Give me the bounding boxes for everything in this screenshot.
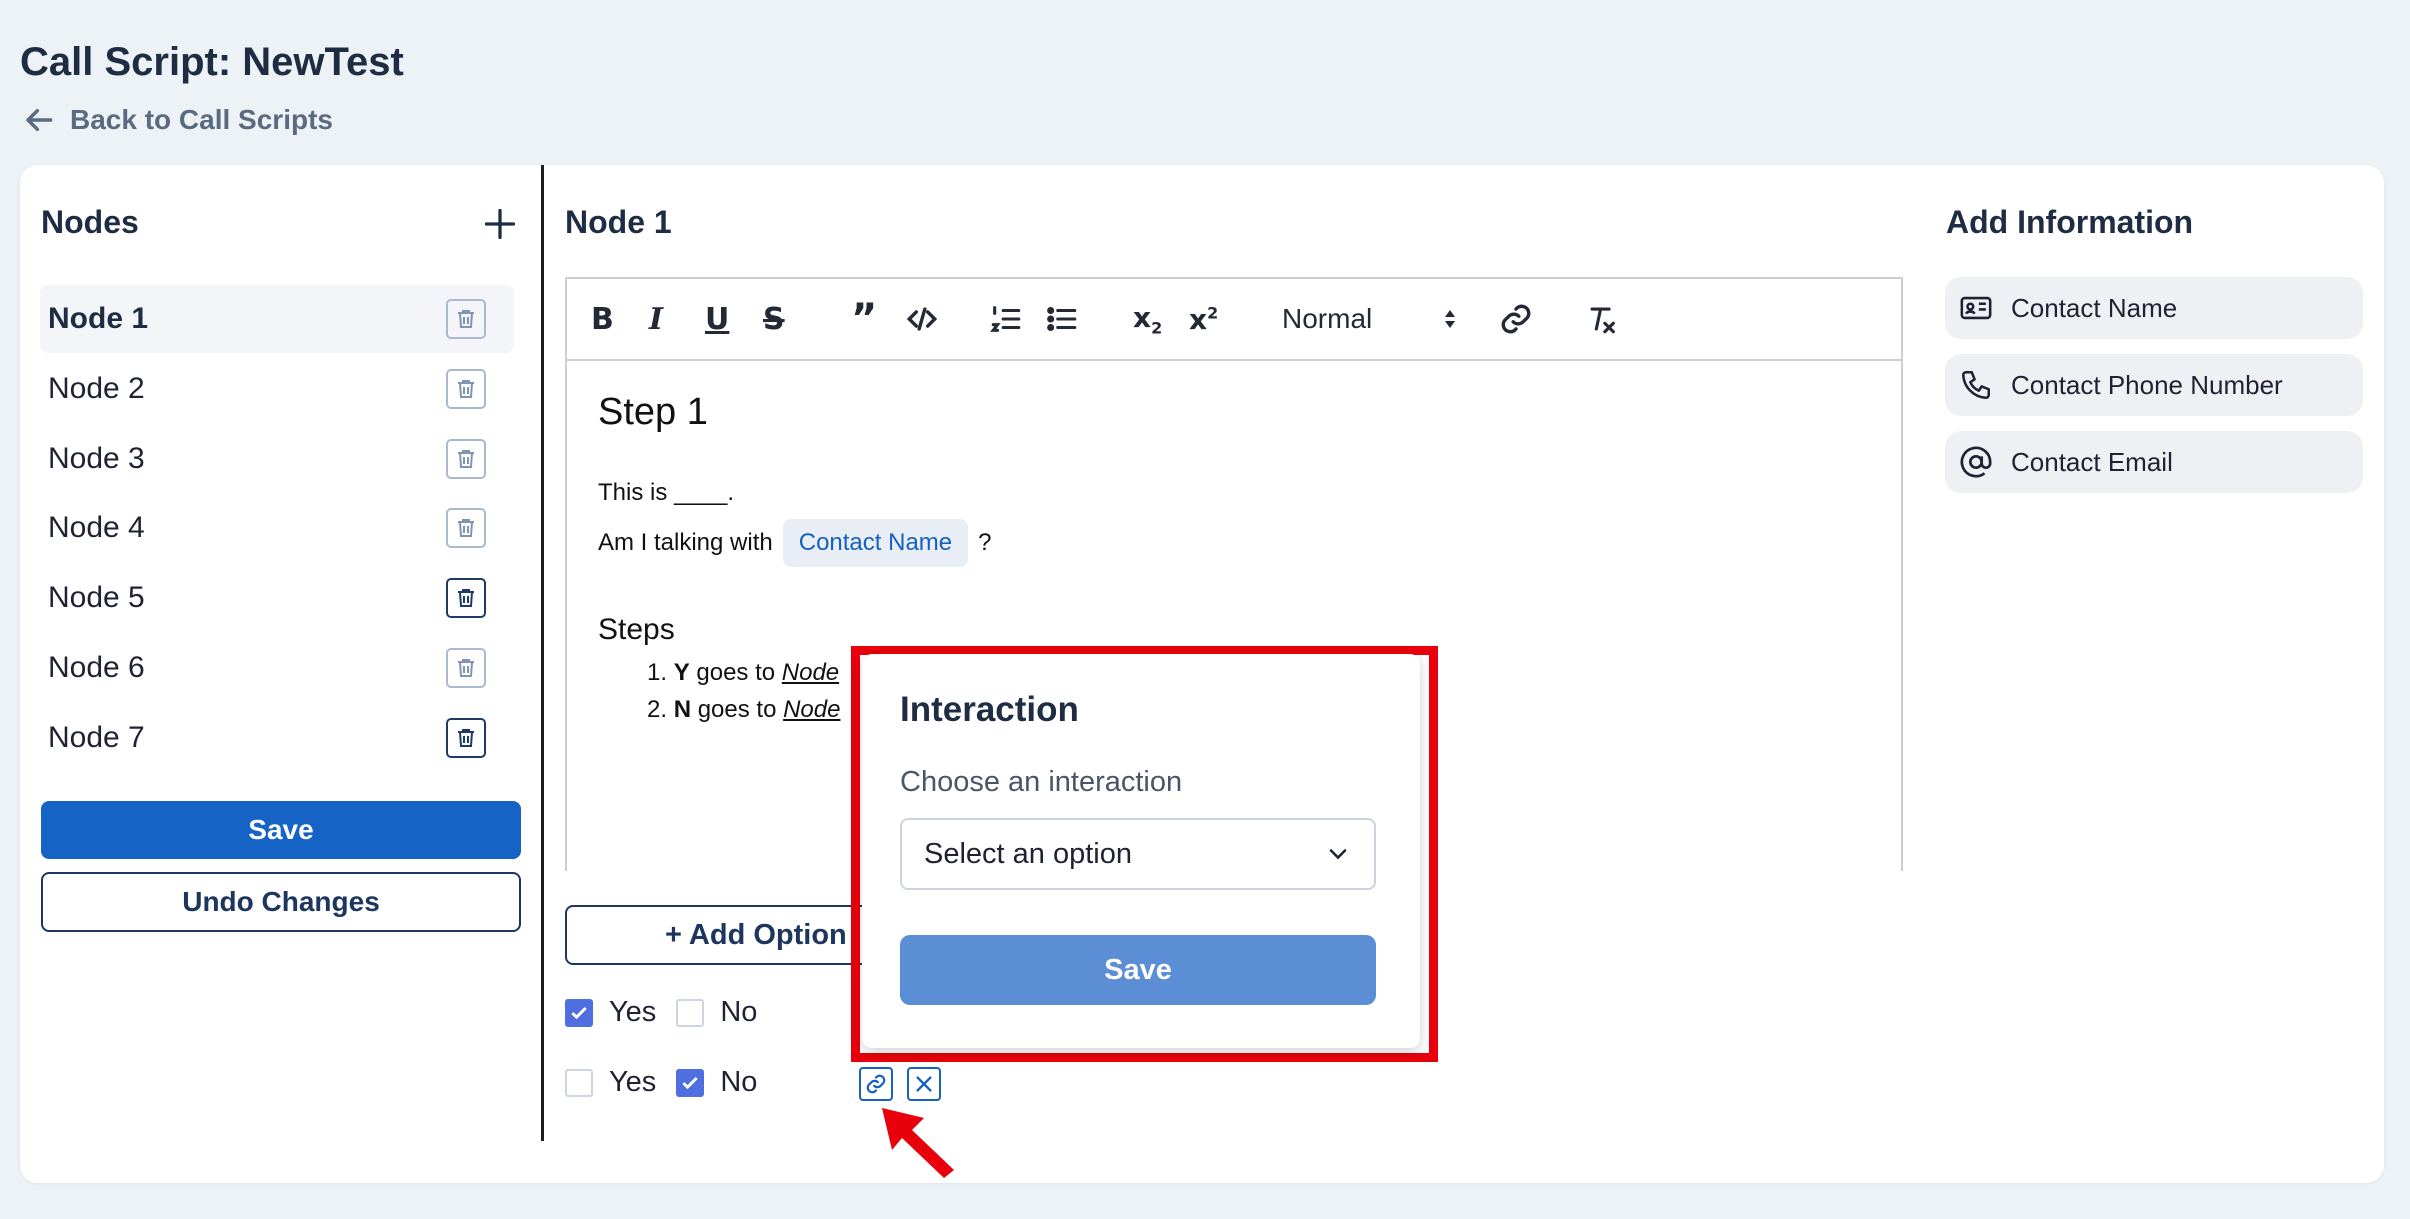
info-item-label: Contact Name xyxy=(2011,292,2178,323)
trash-icon[interactable] xyxy=(446,369,486,409)
trash-icon[interactable] xyxy=(446,578,486,618)
node-item-label: Node 4 xyxy=(48,511,145,544)
node-item-4[interactable]: Node 4 xyxy=(40,494,514,562)
clear-format-icon[interactable] xyxy=(1585,299,1619,339)
undo-changes-button[interactable]: Undo Changes xyxy=(41,872,521,932)
node-item-7[interactable]: Node 7 xyxy=(40,704,514,772)
bullet-list-icon[interactable] xyxy=(1045,299,1079,339)
node-link[interactable]: Node xyxy=(783,696,840,723)
node-item-label: Node 3 xyxy=(48,442,145,475)
chevron-down-icon xyxy=(1329,849,1347,860)
yes-label: Yes xyxy=(609,996,657,1028)
bold-icon[interactable]: B xyxy=(591,299,614,339)
nodes-title: Nodes xyxy=(41,204,139,240)
steps-list: 1. Y goes to Node 2. N goes to Node xyxy=(647,654,840,728)
trash-icon[interactable] xyxy=(446,648,486,688)
column-divider xyxy=(541,165,544,1141)
add-node-plus-icon[interactable] xyxy=(482,206,518,242)
popup-title: Interaction xyxy=(900,690,1079,729)
back-link-label: Back to Call Scripts xyxy=(70,104,333,135)
list-item: 1. Y goes to Node xyxy=(647,659,840,686)
superscript-icon[interactable]: x2 xyxy=(1189,299,1218,339)
close-icon xyxy=(916,1076,932,1092)
link-icon xyxy=(866,1074,886,1094)
option-row: Yes No xyxy=(565,996,777,1029)
contact-name-chip[interactable]: Contact Name xyxy=(782,519,969,567)
page-title: Call Script: NewTest xyxy=(20,40,404,84)
blockquote-icon[interactable]: ” xyxy=(851,296,877,342)
id-card-icon xyxy=(1960,296,1992,320)
content-line: Am I talking with Contact Name ? xyxy=(598,519,992,567)
interaction-popup: Interaction Choose an interaction Select… xyxy=(862,654,1420,1048)
content-line: This is ____. xyxy=(598,479,735,506)
popup-save-button[interactable]: Save xyxy=(900,935,1376,1005)
info-item-contact-phone[interactable]: Contact Phone Number xyxy=(1945,354,2363,416)
node-item-label: Node 2 xyxy=(48,372,145,405)
format-select[interactable]: Normal xyxy=(1282,299,1462,339)
no-checkbox[interactable] xyxy=(676,998,705,1027)
remove-option-button[interactable] xyxy=(907,1067,941,1101)
content-text: Am I talking with xyxy=(598,529,773,556)
yes-checkbox[interactable] xyxy=(565,998,593,1027)
info-item-label: Contact Phone Number xyxy=(2011,369,2283,400)
steps-heading: Steps xyxy=(598,613,675,646)
save-button[interactable]: Save xyxy=(41,801,521,859)
trash-icon[interactable] xyxy=(446,439,486,479)
arrow-left-icon xyxy=(26,108,53,132)
strikethrough-icon[interactable]: S xyxy=(763,299,785,339)
interaction-select[interactable]: Select an option xyxy=(900,818,1376,890)
no-checkbox[interactable] xyxy=(676,1068,705,1097)
no-label: No xyxy=(720,996,758,1028)
select-placeholder: Select an option xyxy=(924,837,1132,870)
node-heading: Node 1 xyxy=(565,204,672,240)
underline-icon[interactable]: U xyxy=(705,299,729,339)
node-item-1[interactable]: Node 1 xyxy=(40,285,514,353)
link-interaction-button[interactable] xyxy=(859,1067,893,1101)
ordered-list-icon[interactable] xyxy=(989,299,1023,339)
add-option-button[interactable]: + Add Option xyxy=(565,905,895,965)
link-icon[interactable] xyxy=(1499,299,1533,339)
trash-icon[interactable] xyxy=(446,508,486,548)
node-item-2[interactable]: Node 2 xyxy=(40,355,514,423)
sort-arrows-icon xyxy=(1445,310,1455,328)
option-row: Yes No xyxy=(565,1066,777,1099)
node-item-label: Node 6 xyxy=(48,651,145,684)
node-item-5[interactable]: Node 5 xyxy=(40,564,514,632)
node-link[interactable]: Node xyxy=(782,659,839,686)
content-text: ? xyxy=(978,529,992,556)
subscript-icon[interactable]: x2 xyxy=(1133,299,1162,339)
trash-icon[interactable] xyxy=(446,299,486,339)
node-item-6[interactable]: Node 6 xyxy=(40,634,514,702)
info-item-label: Contact Email xyxy=(2011,446,2173,477)
node-item-3[interactable]: Node 3 xyxy=(40,425,514,493)
node-item-label: Node 5 xyxy=(48,581,145,614)
pointer-arrow-icon xyxy=(882,1108,954,1178)
back-link[interactable]: Back to Call Scripts xyxy=(24,104,333,136)
popup-label: Choose an interaction xyxy=(900,766,1183,798)
add-information-title: Add Information xyxy=(1946,204,2194,240)
step-title: Step 1 xyxy=(598,391,708,433)
trash-icon[interactable] xyxy=(446,718,486,758)
info-item-contact-name[interactable]: Contact Name xyxy=(1945,277,2363,339)
yes-label: Yes xyxy=(609,1066,657,1098)
format-select-value: Normal xyxy=(1282,303,1373,334)
italic-icon[interactable]: I xyxy=(649,299,663,339)
at-sign-icon xyxy=(1960,446,1992,478)
editor-toolbar: B I U S ” x2 x2 Normal xyxy=(565,277,1903,361)
phone-icon xyxy=(1961,370,1991,400)
no-label: No xyxy=(720,1066,758,1098)
info-item-contact-email[interactable]: Contact Email xyxy=(1945,431,2363,493)
yes-checkbox[interactable] xyxy=(565,1068,593,1097)
list-item: 2. N goes to Node xyxy=(647,696,841,723)
node-item-label: Node 7 xyxy=(48,721,145,754)
node-item-label: Node 1 xyxy=(48,302,149,335)
code-icon[interactable] xyxy=(905,299,939,339)
